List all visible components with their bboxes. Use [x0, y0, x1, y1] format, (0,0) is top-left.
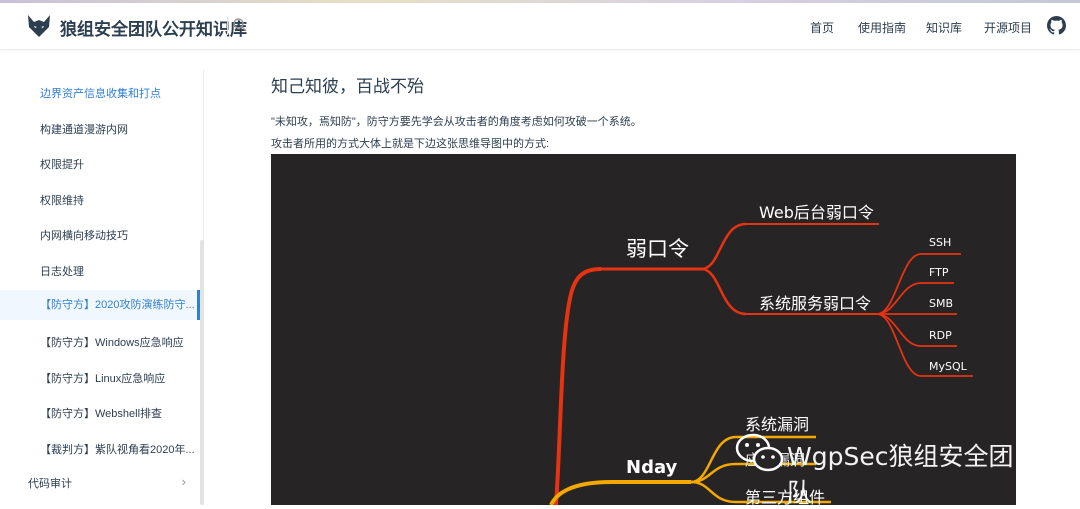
mm-web-admin: Web后台弱口令 [759, 203, 874, 222]
github-icon[interactable] [1047, 16, 1066, 35]
attack-mindmap-image: 弱口令 Web后台弱口令 系统服务弱口令 SSH FTP SMB RDP MyS… [271, 154, 1016, 507]
top-navbar: 狼组安全团队公开知识库 首页 使用指南 知识库 开源项目 [0, 3, 1080, 50]
mm-service-ftp: FTP [929, 266, 949, 279]
sidebar-scrollbar[interactable] [200, 240, 204, 505]
chevron-right-icon: › [181, 474, 186, 489]
mm-service-ssh: SSH [929, 236, 952, 249]
nav-guide[interactable]: 使用指南 [858, 19, 906, 36]
intro-paragraph: "未知攻，焉知防"，防守方要先学会从攻击者的角度考虑如何攻破一个系统。 [271, 116, 642, 128]
wolf-logo-icon[interactable] [26, 13, 52, 39]
sidebar-group-label: 代码审计 [28, 478, 72, 490]
sidebar-group-code-audit[interactable]: 代码审计 › [0, 474, 200, 491]
sidebar-item-persistence[interactable]: 权限维持 [0, 192, 200, 208]
search-icon[interactable] [232, 17, 248, 33]
sidebar-item-logs[interactable]: 日志处理 [0, 263, 200, 279]
sidebar-item-webshell[interactable]: 【防守方】Webshell排查 [0, 405, 200, 421]
sidebar: 边界资产信息收集和打点 构建通道漫游内网 权限提升 权限维持 内网横向移动技巧 … [0, 70, 204, 505]
sidebar-item-recon[interactable]: 边界资产信息收集和打点 [0, 85, 200, 101]
nav-home[interactable]: 首页 [810, 19, 834, 36]
mindmap-caption: 攻击者所用的方式大体上就是下边这张思维导图中的方式: [271, 138, 550, 150]
mm-service-mysql: MySQL [929, 360, 967, 373]
section-heading: 知己知彼，百战不殆 [271, 77, 424, 96]
mm-sys-service: 系统服务弱口令 [759, 294, 872, 313]
sidebar-item-linux-ir[interactable]: 【防守方】Linux应急响应 [0, 370, 200, 386]
sidebar-item-lateral[interactable]: 内网横向移动技巧 [0, 227, 200, 243]
sidebar-item-purple-team[interactable]: 【裁判方】紫队视角看2020年... [0, 441, 200, 457]
mm-weak-password: 弱口令 [626, 237, 689, 261]
watermark-text: WgpSec狼组安全团队 [787, 442, 1014, 507]
sidebar-item-privesc[interactable]: 权限提升 [0, 156, 200, 172]
nav-knowledge[interactable]: 知识库 [926, 19, 962, 36]
sidebar-item-windows-ir[interactable]: 【防守方】Windows应急响应 [0, 334, 200, 350]
mm-nday: Nday [626, 457, 678, 478]
sidebar-item-defense-2020[interactable]: 【防守方】2020攻防演练防守... [0, 290, 200, 320]
wechat-icon [735, 433, 784, 472]
mm-service-rdp: RDP [929, 329, 952, 342]
sidebar-item-tunnel[interactable]: 构建通道漫游内网 [0, 121, 200, 137]
search-divider [227, 17, 228, 35]
site-title[interactable]: 狼组安全团队公开知识库 [60, 15, 247, 40]
mm-service-smb: SMB [929, 297, 954, 310]
nav-opensource[interactable]: 开源项目 [984, 19, 1032, 36]
